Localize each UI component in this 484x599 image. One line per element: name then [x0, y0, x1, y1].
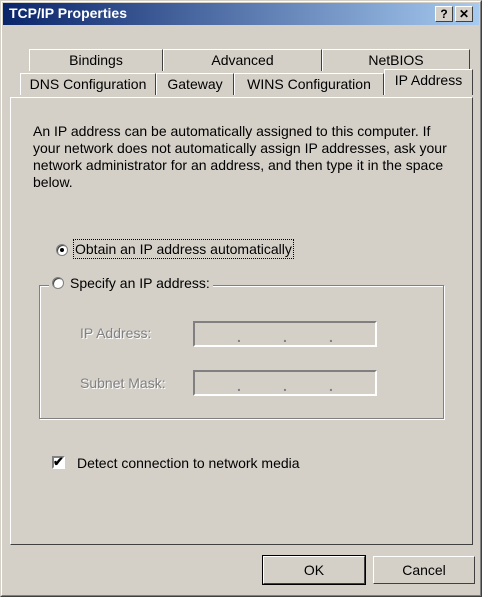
ok-button[interactable]: OK — [262, 555, 366, 585]
tab-wins-label: WINS Configuration — [247, 76, 371, 92]
tcpip-properties-window: TCP/IP Properties ? ✕ Bindings Advanced … — [0, 0, 482, 597]
close-icon: ✕ — [458, 7, 470, 21]
detect-connection-label[interactable]: Detect connection to network media — [77, 455, 300, 471]
subnet-mask-field[interactable]: . . . — [193, 370, 377, 396]
ip-separator: . — [237, 329, 241, 345]
ip-address-groupbox — [39, 285, 444, 419]
ip-address-field[interactable]: . . . — [193, 321, 377, 347]
detect-connection-checkbox[interactable]: ✔ — [52, 454, 65, 469]
tab-dns-configuration[interactable]: DNS Configuration — [20, 73, 156, 95]
ip-address-label: IP Address: — [80, 325, 152, 341]
subnet-mask-label: Subnet Mask: — [80, 375, 166, 391]
window-title: TCP/IP Properties — [9, 5, 128, 21]
specify-ip-legend: Specify an IP address: — [49, 275, 213, 291]
ip-separator: . — [283, 329, 287, 345]
ip-separator: . — [237, 378, 241, 394]
tab-dns-label: DNS Configuration — [29, 76, 147, 92]
description-text: An IP address can be automatically assig… — [33, 123, 447, 190]
tab-wins-configuration[interactable]: WINS Configuration — [234, 73, 384, 95]
tab-bindings[interactable]: Bindings — [29, 49, 163, 71]
radio-selected-dot — [60, 248, 64, 252]
tab-ip-address[interactable]: IP Address — [384, 69, 473, 95]
tab-advanced[interactable]: Advanced — [163, 49, 322, 71]
help-icon: ? — [440, 7, 448, 21]
tab-netbios[interactable]: NetBIOS — [322, 49, 470, 71]
obtain-ip-auto-radio[interactable] — [56, 244, 68, 256]
specify-ip-radio[interactable] — [52, 277, 64, 289]
specify-ip-label[interactable]: Specify an IP address: — [70, 275, 210, 291]
help-button[interactable]: ? — [435, 6, 453, 22]
checkmark-icon: ✔ — [53, 454, 64, 469]
title-bar[interactable]: TCP/IP Properties ? ✕ — [3, 3, 479, 25]
ip-separator: . — [329, 329, 333, 345]
ip-separator: . — [283, 378, 287, 394]
tab-gateway-label: Gateway — [167, 76, 223, 92]
tab-gateway[interactable]: Gateway — [156, 73, 234, 95]
tab-advanced-label: Advanced — [211, 52, 274, 68]
tab-netbios-label: NetBIOS — [368, 52, 424, 68]
ip-separator: . — [329, 378, 333, 394]
tab-ip-address-label: IP Address — [394, 72, 463, 88]
cancel-button[interactable]: Cancel — [373, 556, 475, 584]
obtain-ip-auto-label[interactable]: Obtain an IP address automatically — [73, 239, 294, 259]
close-button[interactable]: ✕ — [455, 6, 473, 22]
tab-bindings-label: Bindings — [69, 52, 123, 68]
